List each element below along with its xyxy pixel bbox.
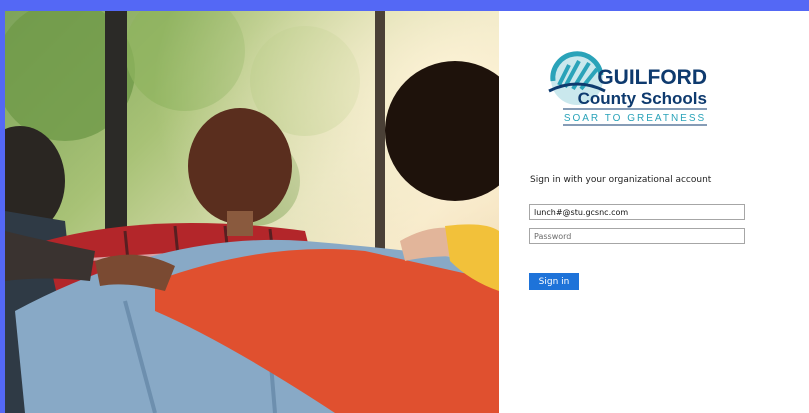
password-field[interactable] [529,228,745,244]
guilford-county-schools-logo: GUILFORD County Schools SOAR TO GREATNES… [548,51,707,126]
logo-name-line1: GUILFORD [597,66,707,89]
sign-in-button[interactable]: Sign in [529,273,579,290]
email-field[interactable] [529,204,745,220]
background-photo [5,11,499,413]
sign-in-panel: GUILFORD County Schools SOAR TO GREATNES… [499,11,809,413]
logo-name-line2: County Schools [578,89,707,108]
sign-in-prompt: Sign in with your organizational account [530,175,712,185]
logo-tagline: SOAR TO GREATNESS [564,113,706,124]
sign-in-page: GUILFORD County Schools SOAR TO GREATNES… [5,11,809,413]
photo-illustration [5,11,499,413]
